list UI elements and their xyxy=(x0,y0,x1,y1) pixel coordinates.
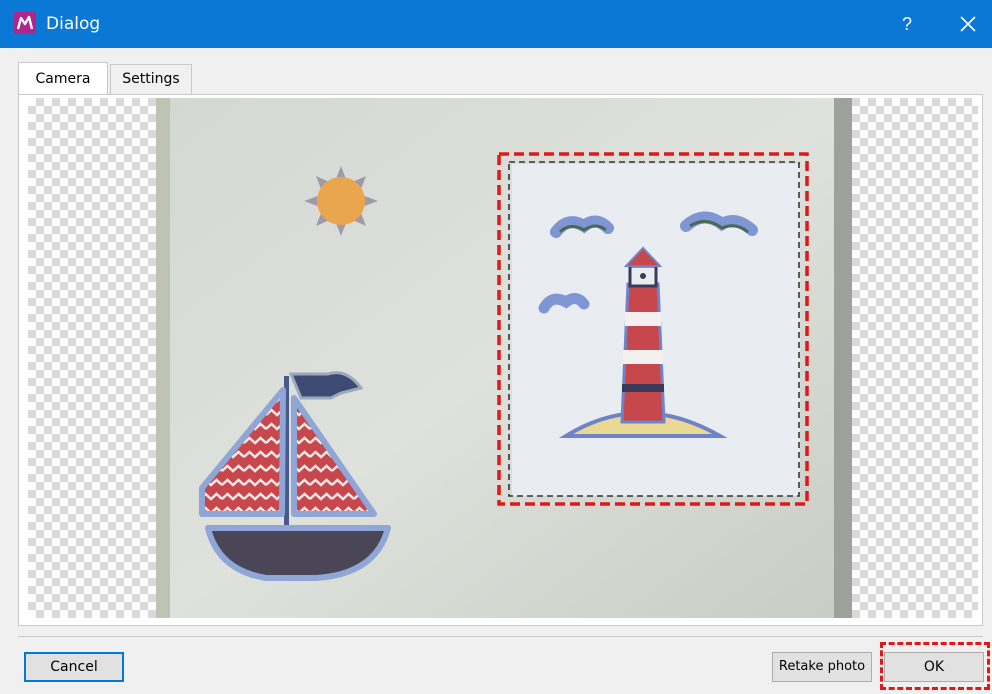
camera-preview-image xyxy=(156,98,852,618)
title-bar: Dialog ? xyxy=(0,0,992,48)
cancel-button[interactable]: Cancel xyxy=(24,652,124,682)
ok-button-highlight xyxy=(880,642,990,690)
close-button[interactable] xyxy=(952,8,984,40)
app-logo-icon xyxy=(14,12,36,34)
lighthouse-card xyxy=(512,164,800,496)
close-icon xyxy=(960,16,976,32)
retake-photo-button[interactable]: Retake photo xyxy=(772,652,872,682)
tab-settings[interactable]: Settings xyxy=(110,64,192,96)
help-button[interactable]: ? xyxy=(892,8,922,40)
button-separator xyxy=(18,636,983,637)
camera-viewport[interactable] xyxy=(28,98,978,618)
window-title: Dialog xyxy=(46,14,101,34)
tab-camera[interactable]: Camera xyxy=(18,62,108,96)
